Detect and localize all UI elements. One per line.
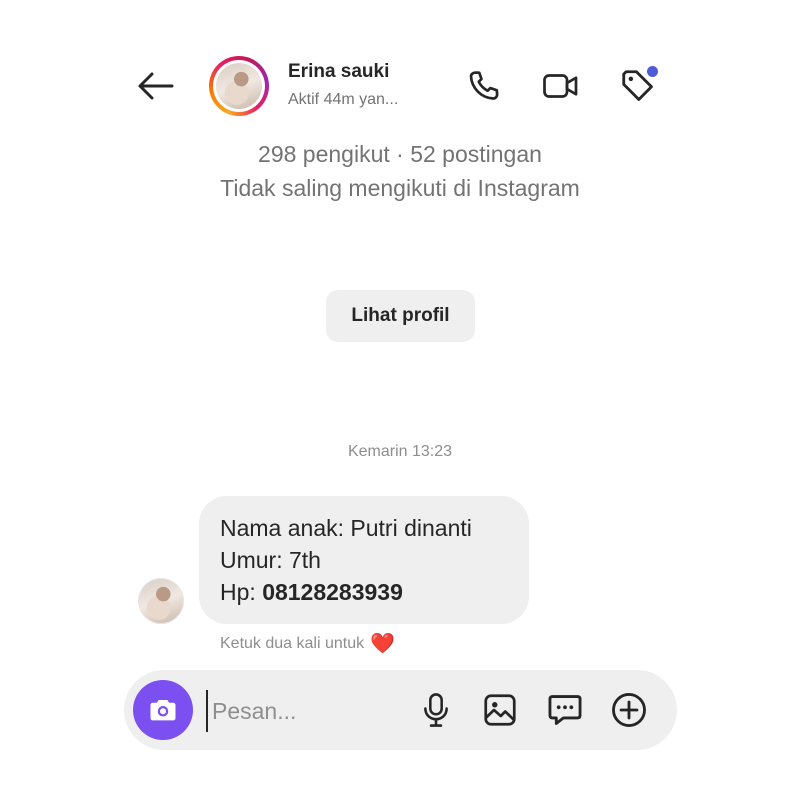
more-options-button[interactable] [607, 688, 651, 732]
message-line-prefix: Hp: [220, 579, 263, 605]
camera-button[interactable] [133, 680, 193, 740]
message-line: Hp: 08128283939 [220, 576, 529, 608]
plus-icon [612, 693, 646, 727]
gallery-button[interactable] [478, 688, 522, 732]
message-line: Nama anak: Putri dinanti [220, 515, 472, 541]
hint-text: Ketuk dua kali untuk [220, 635, 365, 652]
microphone-icon [424, 693, 448, 727]
heart-icon: ❤️ [370, 633, 395, 655]
call-button[interactable] [462, 64, 506, 108]
message-line: Umur: 7th [220, 547, 321, 573]
sticker-message-icon [548, 695, 582, 725]
video-call-button[interactable] [539, 64, 583, 108]
notification-dot [647, 66, 658, 77]
sticker-button[interactable] [543, 688, 587, 732]
double-tap-hint: Ketuk dua kali untuk ❤️ [220, 634, 395, 654]
message-timestamp: Kemarin 13:23 [347, 443, 453, 460]
message-input[interactable] [206, 690, 414, 732]
video-call-icon [543, 74, 578, 98]
contact-name[interactable]: Erina sauki [288, 61, 389, 83]
message-bubble[interactable]: Nama anak: Putri dinanti Umur: 7th Hp: 0… [199, 496, 529, 624]
active-status: Aktif 44m yan... [288, 91, 399, 108]
back-button[interactable] [134, 66, 178, 106]
back-arrow-icon [138, 72, 174, 100]
follow-status: Tidak saling mengikuti di Instagram [220, 175, 580, 201]
avatar-photo [216, 63, 262, 109]
gallery-icon [484, 694, 516, 726]
camera-icon [150, 700, 176, 721]
view-profile-button[interactable]: Lihat profil [326, 290, 475, 342]
contact-avatar[interactable] [209, 56, 269, 116]
voice-message-button[interactable] [414, 688, 458, 732]
phone-number[interactable]: 08128283939 [262, 579, 403, 605]
profile-stats: 298 pengikut · 52 postingan [258, 141, 542, 167]
sender-avatar[interactable] [138, 578, 184, 624]
phone-call-icon [469, 71, 499, 100]
